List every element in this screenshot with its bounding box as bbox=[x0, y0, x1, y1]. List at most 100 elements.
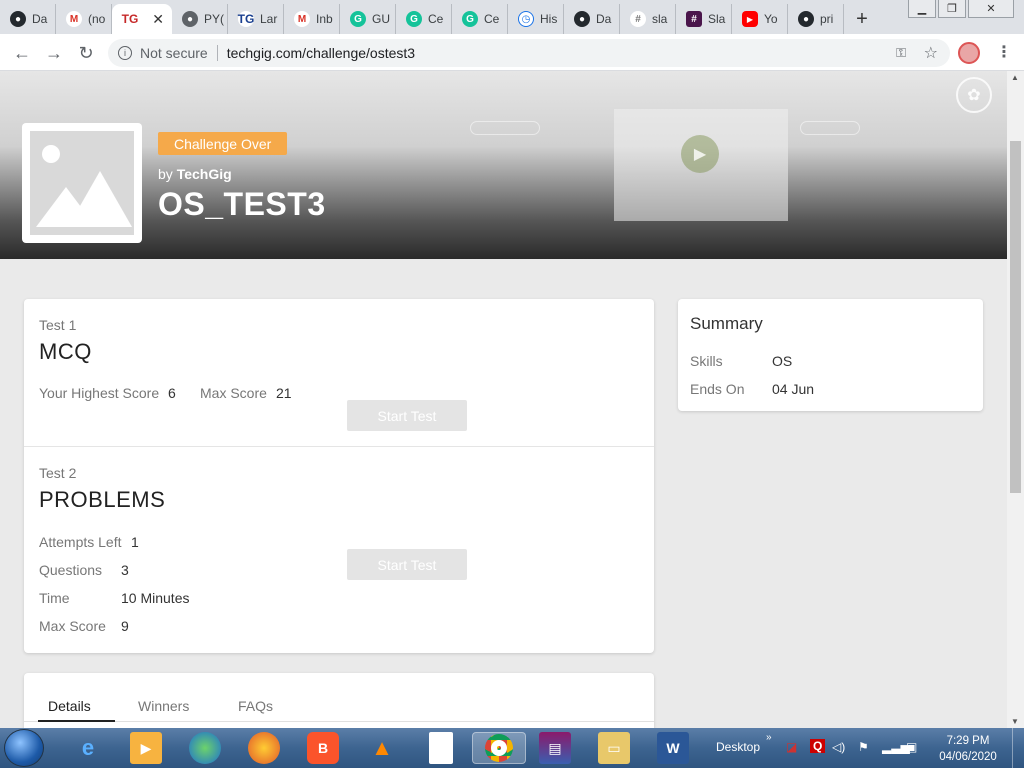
page-scrollbar[interactable]: ▲ ▼ bbox=[1007, 71, 1024, 728]
tab-label: Inb bbox=[316, 12, 333, 26]
start-test-button[interactable]: Start Test bbox=[347, 400, 467, 431]
media-player-icon[interactable]: ▶ bbox=[130, 732, 162, 764]
key-icon[interactable]: ⚿ bbox=[896, 45, 906, 61]
tab-gmail-2[interactable]: M Inb bbox=[284, 4, 340, 34]
new-tab-button[interactable]: + bbox=[844, 4, 880, 34]
info-icon[interactable]: i bbox=[118, 46, 132, 60]
page-viewport: ▶ ✿ Challenge Over by TechGig OS_TEST3 T… bbox=[0, 71, 1007, 728]
url-text[interactable]: techgig.com/challenge/ostest3 bbox=[227, 45, 415, 61]
document-icon[interactable] bbox=[429, 732, 453, 764]
show-desktop-button[interactable] bbox=[1012, 728, 1024, 768]
address-bar[interactable]: i Not secure techgig.com/challenge/ostes… bbox=[108, 39, 950, 67]
tab-label: Lar bbox=[260, 12, 278, 26]
test-2-section: Test 2 PROBLEMS Attempts Left 1 Question… bbox=[24, 447, 654, 653]
tab-faqs[interactable]: FAQs bbox=[238, 698, 273, 714]
menu-kebab-icon[interactable]: ⋮ bbox=[996, 42, 1012, 62]
start-test-button[interactable]: Start Test bbox=[347, 549, 467, 580]
slack-icon: # bbox=[630, 11, 646, 27]
firefox-icon[interactable] bbox=[248, 732, 280, 764]
max-score-label: Max Score bbox=[39, 618, 106, 634]
tab-grammarly-1[interactable]: G GU bbox=[340, 4, 396, 34]
vlc-icon[interactable]: ▲ bbox=[366, 732, 398, 764]
tab-grammarly-3[interactable]: G Ce bbox=[452, 4, 508, 34]
file-explorer-icon[interactable]: ▭ bbox=[598, 732, 630, 764]
tab-techgig-2[interactable]: TG Lar bbox=[228, 4, 284, 34]
scroll-up-icon[interactable]: ▲ bbox=[1011, 73, 1019, 82]
github-icon: ● bbox=[798, 11, 814, 27]
close-tab-icon[interactable]: ✕ bbox=[152, 11, 164, 28]
flag-icon[interactable]: ⚑ bbox=[858, 740, 869, 754]
tab-label: Sla bbox=[708, 12, 726, 26]
grammarly-icon: G bbox=[406, 11, 422, 27]
globe-app-icon[interactable] bbox=[189, 732, 221, 764]
tab-gmail-1[interactable]: M (no bbox=[56, 4, 112, 34]
github-icon: ● bbox=[574, 11, 590, 27]
word-icon[interactable]: W bbox=[657, 732, 689, 764]
winrar-icon[interactable]: ▤ bbox=[539, 732, 571, 764]
tab-winners[interactable]: Winners bbox=[138, 698, 189, 714]
tab-slack-2[interactable]: # Sla bbox=[676, 4, 732, 34]
tray-q-icon[interactable]: Q bbox=[810, 739, 826, 753]
tab-github-1[interactable]: ● Da bbox=[0, 4, 56, 34]
test-name: MCQ bbox=[39, 339, 92, 364]
techgig-icon: TG bbox=[237, 11, 255, 27]
volume-icon[interactable]: ◁) bbox=[832, 740, 845, 754]
history-icon: ◷ bbox=[518, 11, 534, 27]
gmail-icon: M bbox=[66, 11, 82, 27]
start-button[interactable] bbox=[4, 729, 44, 767]
summary-title: Summary bbox=[690, 314, 763, 333]
reload-icon[interactable]: ↻ bbox=[74, 41, 98, 65]
forward-arrow-icon[interactable]: → bbox=[42, 41, 66, 65]
tab-grammarly-2[interactable]: G Ce bbox=[396, 4, 452, 34]
tab-techgig-active[interactable]: TG ✕ bbox=[112, 4, 172, 34]
tab-label: Da bbox=[32, 12, 48, 26]
browser-toolbar: ← → ↻ i Not secure techgig.com/challenge… bbox=[0, 34, 1024, 71]
tab-details[interactable]: Details bbox=[48, 698, 91, 714]
brave-icon[interactable]: B bbox=[307, 732, 339, 764]
restore-icon[interactable]: ❐ bbox=[938, 0, 966, 18]
back-arrow-icon[interactable]: ← bbox=[10, 41, 34, 65]
ends-on-label: Ends On bbox=[690, 381, 745, 397]
by-prefix: by bbox=[158, 166, 173, 182]
internet-explorer-icon[interactable]: e bbox=[72, 732, 104, 764]
tab-github-3[interactable]: ● pri bbox=[788, 4, 844, 34]
techgig-logo-icon: ✿ bbox=[956, 77, 992, 113]
tests-card: Test 1 MCQ Your Highest Score 6 Max Scor… bbox=[24, 299, 654, 653]
max-score-label: Max Score bbox=[200, 385, 267, 401]
scrollbar-thumb[interactable] bbox=[1010, 141, 1021, 493]
tab-slack-1[interactable]: # sla bbox=[620, 4, 676, 34]
minimize-icon[interactable]: ▁ bbox=[908, 0, 936, 18]
tab-github-2[interactable]: ● Da bbox=[564, 4, 620, 34]
image-placeholder-icon bbox=[30, 131, 134, 235]
time-value: 10 Minutes bbox=[121, 590, 190, 606]
tray-app-icon[interactable]: ◪ bbox=[786, 740, 797, 754]
attempts-left-label: Attempts Left bbox=[39, 534, 122, 550]
tab-history[interactable]: ◷ His bbox=[508, 4, 564, 34]
challenge-title: OS_TEST3 bbox=[158, 186, 326, 222]
tab-globe[interactable]: ● PY( bbox=[172, 4, 228, 34]
skills-value: OS bbox=[772, 353, 793, 369]
window-close-icon[interactable]: ✕ bbox=[968, 0, 1014, 18]
scroll-down-icon[interactable]: ▼ bbox=[1011, 717, 1019, 726]
tab-youtube[interactable]: ▶ Yo bbox=[732, 4, 788, 34]
globe-icon: ● bbox=[182, 11, 198, 27]
desktop-toolbar-label[interactable]: Desktop bbox=[716, 740, 760, 754]
challenge-hero-banner: ▶ ✿ Challenge Over by TechGig OS_TEST3 bbox=[0, 71, 1007, 259]
clock-date: 04/06/2020 bbox=[939, 751, 997, 763]
clock-time: 7:29 PM bbox=[946, 735, 990, 747]
organizer-name[interactable]: TechGig bbox=[177, 166, 232, 182]
double-chevron-icon[interactable]: » bbox=[766, 732, 772, 743]
security-label: Not secure bbox=[140, 45, 208, 61]
system-clock[interactable]: 7:29 PM 04/06/2020 bbox=[930, 733, 1006, 765]
bookmark-star-icon[interactable]: ☆ bbox=[924, 43, 938, 63]
chrome-taskbar-button[interactable] bbox=[472, 732, 526, 764]
tab-label: Ce bbox=[484, 12, 500, 26]
profile-avatar[interactable] bbox=[958, 42, 980, 64]
github-icon: ● bbox=[10, 11, 26, 27]
tab-label: sla bbox=[652, 12, 668, 26]
summary-card: Summary Skills OS Ends On 04 Jun bbox=[678, 299, 983, 411]
test-number: Test 2 bbox=[39, 465, 77, 481]
ends-on-value: 04 Jun bbox=[772, 381, 815, 397]
power-icon[interactable]: ▣ bbox=[906, 740, 917, 754]
attempts-left-value: 1 bbox=[131, 534, 139, 550]
